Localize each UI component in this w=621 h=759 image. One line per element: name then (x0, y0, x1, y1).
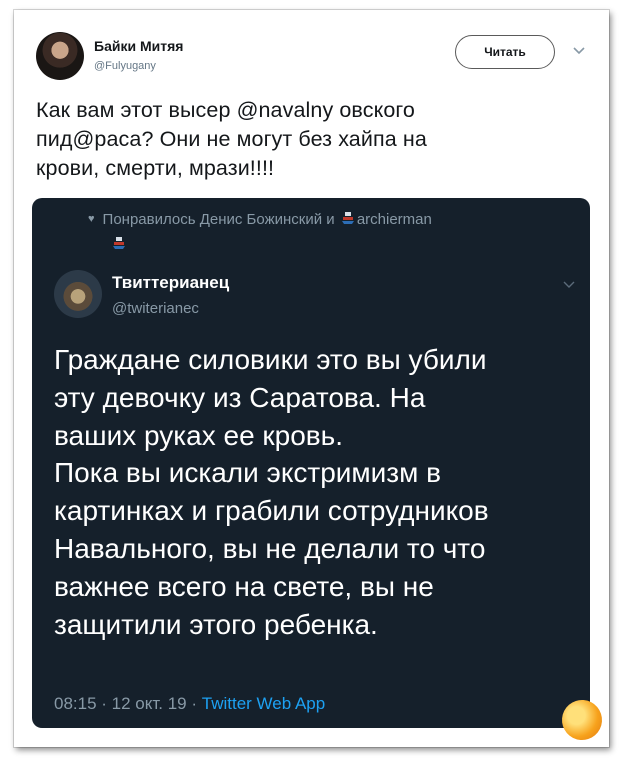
author-handle[interactable]: @Fulyugany (94, 60, 156, 72)
author-avatar[interactable] (36, 32, 84, 80)
embedded-author-avatar[interactable] (54, 270, 102, 318)
chevron-down-icon[interactable] (562, 280, 576, 290)
tweet-meta: 08:15 · 12 окт. 19 · Twitter Web App (54, 694, 325, 714)
embedded-tweet[interactable]: ♥ Понравилось Денис Божинский и archierma… (32, 198, 590, 728)
liked-by-row: ♥ Понравилось Денис Божинский и archierma… (88, 211, 432, 228)
tweet-source-link[interactable]: Twitter Web App (202, 694, 325, 713)
author-name[interactable]: Байки Митяя (94, 38, 183, 54)
screenshot-frame: Байки Митяя @Fulyugany Читать Как вам эт… (14, 10, 609, 747)
follow-button[interactable]: Читать (455, 35, 555, 69)
ship-icon (113, 237, 125, 249)
chevron-down-icon[interactable] (572, 46, 586, 56)
ship-icon (341, 212, 354, 224)
embedded-author-handle[interactable]: @twiterianec (112, 300, 199, 317)
embedded-author-name[interactable]: Твиттерианец (112, 273, 229, 293)
tweet-timestamp[interactable]: 08:15 · 12 окт. 19 · (54, 694, 197, 713)
embedded-tweet-text: Граждане силовики это вы убили эту девоч… (54, 344, 489, 640)
heart-icon: ♥ (88, 213, 95, 225)
liked-by-text: Понравилось Денис Божинский и (102, 211, 335, 228)
tweet-text: Как вам этот высер @navalny овского пид@… (36, 98, 427, 180)
liked-by-second[interactable]: archierman (357, 211, 432, 228)
